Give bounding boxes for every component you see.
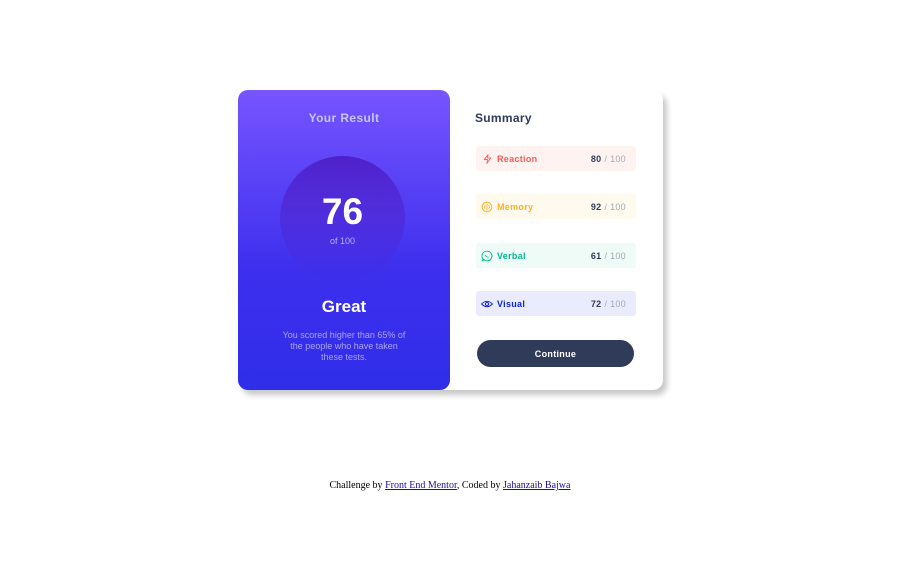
continue-button[interactable]: Continue <box>477 340 634 367</box>
summary-item-label: Visual <box>497 298 526 309</box>
summary-item-label: Reaction <box>497 153 538 164</box>
summary-item-score: 72 <box>590 298 602 309</box>
page: Your Result 76 of 100 Great You scored h… <box>0 0 900 563</box>
summary-item-label: Memory <box>497 201 534 212</box>
summary-item-visual: Visual 72 / 100 <box>476 291 636 316</box>
attribution-prefix: Challenge by <box>329 480 383 491</box>
score-of-label: of 100 <box>329 236 356 246</box>
results-summary-card: Your Result 76 of 100 Great You scored h… <box>238 90 663 390</box>
summary-title: Summary <box>475 111 532 125</box>
summary-item-score: 92 <box>590 201 602 212</box>
front-end-mentor-link[interactable]: Front End Mentor <box>385 480 457 491</box>
summary-item-max: / 100 <box>604 298 626 309</box>
result-title: Your Result <box>308 111 380 125</box>
attribution-middle: , Coded by <box>456 480 501 491</box>
summary-item-max: / 100 <box>604 201 626 212</box>
chat-bubble-icon <box>481 250 493 262</box>
brain-icon <box>481 201 493 213</box>
eye-icon <box>481 298 493 310</box>
summary-item-score: 80 <box>590 153 602 164</box>
summary-item-reaction: Reaction 80 / 100 <box>476 146 636 171</box>
result-description: You scored higher than 65% of the people… <box>282 330 406 362</box>
summary-item-max: / 100 <box>604 250 626 261</box>
score-value: 76 <box>321 191 364 232</box>
summary-item-verbal: Verbal 61 / 100 <box>476 243 636 268</box>
author-link[interactable]: Jahanzaib Bajwa <box>503 480 570 491</box>
summary-item-label: Verbal <box>497 250 526 261</box>
result-grade: Great <box>321 297 367 316</box>
lightning-icon <box>481 153 493 165</box>
result-panel: Your Result 76 of 100 Great You scored h… <box>238 90 450 390</box>
summary-item-memory: Memory 92 / 100 <box>476 194 636 219</box>
summary-item-max: / 100 <box>604 153 626 164</box>
score-circle: 76 of 100 <box>280 156 405 281</box>
summary-item-score: 61 <box>590 250 602 261</box>
summary-panel: Summary Reaction 80 / 100 Memory 92 / 10… <box>450 90 663 390</box>
attribution: Challenge by Front End Mentor, Coded by … <box>0 480 900 491</box>
